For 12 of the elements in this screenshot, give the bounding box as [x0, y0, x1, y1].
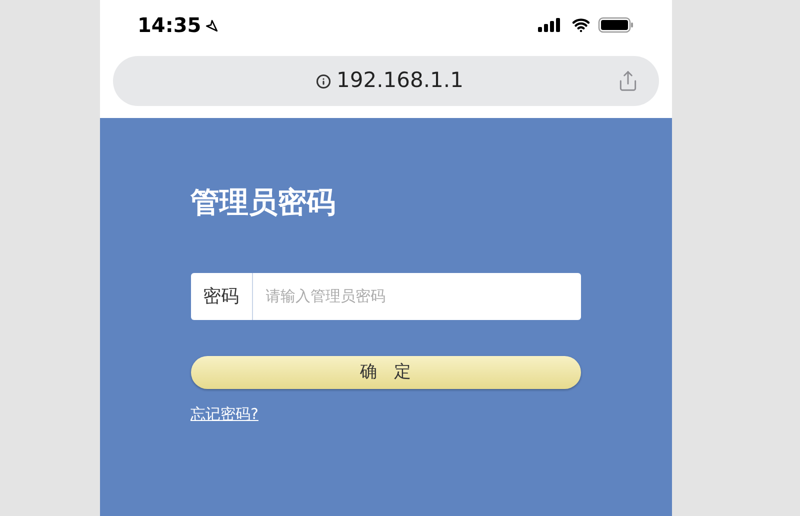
confirm-button[interactable]: 确 定	[190, 356, 580, 389]
forgot-password-link[interactable]: 忘记密码?	[190, 403, 258, 426]
url-text: 192.168.1.1	[336, 67, 464, 94]
clock-time: 14:35	[138, 12, 202, 39]
wifi-icon	[570, 16, 590, 34]
password-field[interactable]: 请输入管理员密码	[252, 273, 580, 320]
password-label: 密码	[190, 273, 252, 320]
address-bar[interactable]: 192.168.1.1	[112, 56, 658, 106]
location-arrow-icon	[205, 18, 218, 32]
info-icon	[316, 74, 331, 88]
page-title: 管理员密码	[190, 188, 336, 217]
battery-icon	[598, 17, 634, 33]
